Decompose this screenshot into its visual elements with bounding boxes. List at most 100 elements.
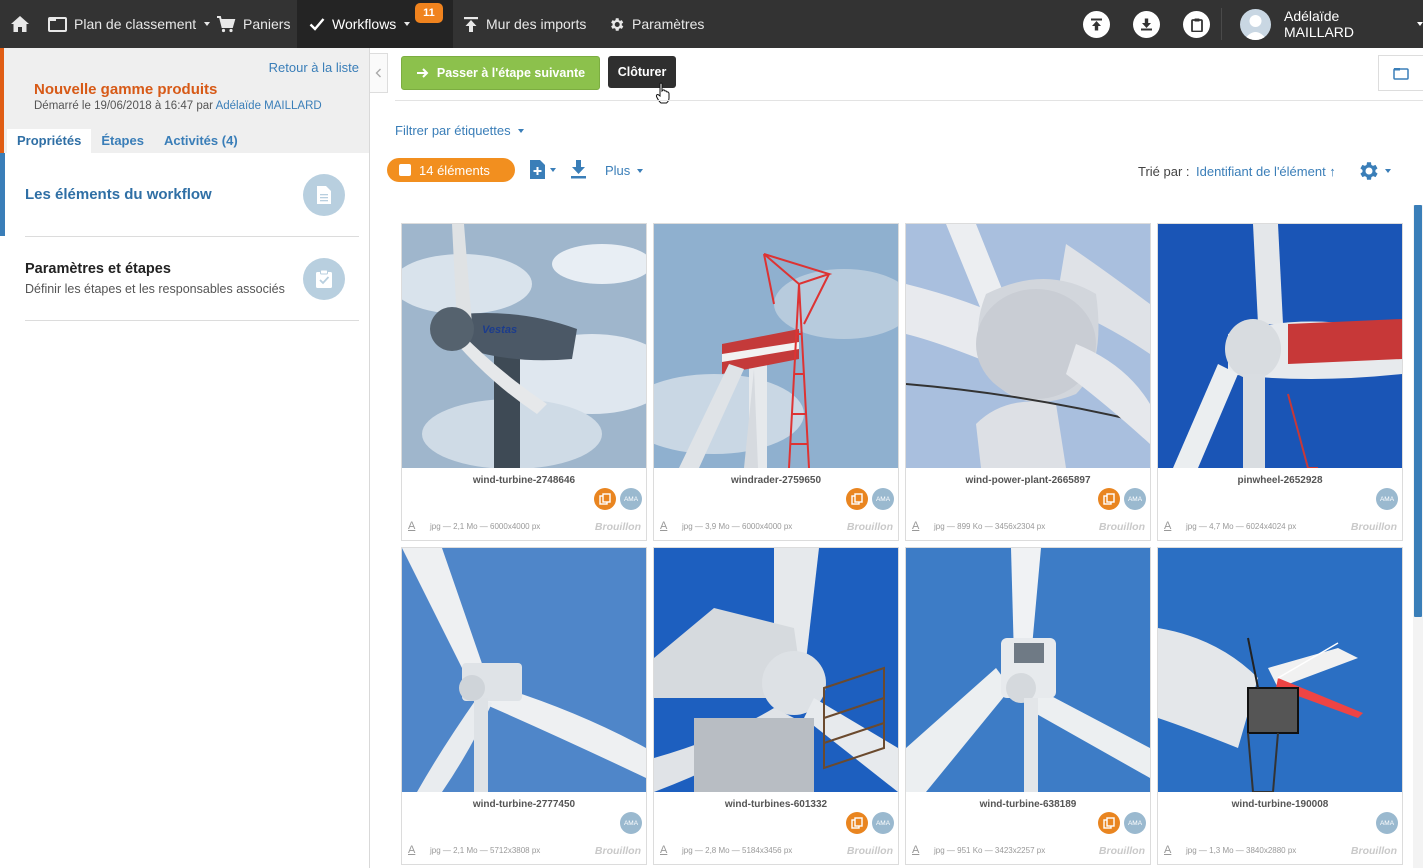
- nav-mur-des-imports[interactable]: Mur des imports: [463, 0, 586, 48]
- nav-paniers[interactable]: Paniers: [216, 0, 290, 48]
- element-name[interactable]: windrader-2759650: [654, 475, 898, 486]
- copy-icon[interactable]: [594, 488, 616, 510]
- next-step-button[interactable]: Passer à l'étape suivante: [401, 56, 600, 90]
- copy-icon[interactable]: [1098, 488, 1120, 510]
- assignee-avatar[interactable]: AMA: [872, 488, 894, 510]
- chevron-down-icon: [637, 168, 644, 173]
- element-file-info: jpg — 899 Ko — 3456x2304 px: [934, 522, 1046, 531]
- font-icon: A: [660, 844, 668, 856]
- element-file-info: jpg — 2,1 Mo — 5712x3808 px: [430, 846, 541, 855]
- assignee-avatar[interactable]: AMA: [620, 812, 642, 834]
- element-card[interactable]: wind-turbine-2777450 AMA A jpg — 2,1 Mo — …: [401, 547, 647, 865]
- svg-text:Vestas: Vestas: [482, 324, 517, 336]
- element-name[interactable]: wind-turbine-638189: [906, 799, 1150, 810]
- element-status: Brouillon: [1098, 845, 1145, 857]
- display-settings-button[interactable]: [1356, 159, 1391, 183]
- chevron-down-icon: [204, 22, 211, 26]
- tab-proprietes[interactable]: Propriétés: [7, 129, 92, 153]
- font-icon: A: [912, 844, 920, 856]
- element-thumbnail[interactable]: [654, 224, 898, 468]
- element-card[interactable]: windrader-2759650 AMA A jpg — 3,9 Mo — 600…: [653, 223, 899, 541]
- user-menu[interactable]: Adélaïde MAILLARD: [1284, 0, 1423, 48]
- nav-plan-de-classement[interactable]: Plan de classement: [48, 0, 211, 48]
- element-thumbnail[interactable]: [402, 548, 646, 792]
- tab-activites[interactable]: Activités (4): [154, 129, 248, 153]
- assignee-avatar[interactable]: AMA: [1124, 812, 1146, 834]
- select-all-checkbox[interactable]: [399, 164, 411, 176]
- element-card[interactable]: wind-turbine-190008 AMA A jpg — 1,3 Mo — 3…: [1157, 547, 1403, 865]
- element-card[interactable]: pinwheel-2652928 AMA A jpg — 4,7 Mo — 6024…: [1157, 223, 1403, 541]
- sort-prefix: Trié par :: [1138, 164, 1190, 179]
- assignee-avatar[interactable]: AMA: [1124, 488, 1146, 510]
- assignee-avatar[interactable]: AMA: [620, 488, 642, 510]
- nav-parametres[interactable]: Paramètres: [608, 0, 704, 48]
- section-workflow-elements-title[interactable]: Les éléments du workflow: [25, 186, 212, 203]
- select-all-elements[interactable]: 14 éléments: [387, 158, 515, 182]
- assignee-avatar[interactable]: AMA: [1376, 488, 1398, 510]
- filter-by-tags-dropdown[interactable]: Filtrer par étiquettes: [395, 123, 524, 138]
- user-avatar[interactable]: [1240, 9, 1271, 40]
- clipboard-icon: [1190, 18, 1203, 32]
- collapse-sidebar-button[interactable]: [370, 53, 388, 93]
- scrollbar-thumb[interactable]: [1414, 205, 1422, 617]
- sort-field-selector[interactable]: Identifiant de l'élément ↑: [1196, 164, 1336, 179]
- home-button[interactable]: [10, 0, 30, 48]
- element-footer: A jpg — 951 Ko — 3423x2257 px Brouillon: [906, 840, 1150, 864]
- clipboard-button[interactable]: [1183, 11, 1210, 38]
- assignee-avatar[interactable]: AMA: [872, 812, 894, 834]
- element-name[interactable]: wind-turbine-2748646: [402, 475, 646, 486]
- element-thumbnail[interactable]: [1158, 224, 1402, 468]
- element-card[interactable]: wind-turbine-638189 AMA A jpg — 951 Ko — 3…: [905, 547, 1151, 865]
- element-thumbnail[interactable]: Vestas: [402, 224, 646, 468]
- more-actions-dropdown[interactable]: Plus: [605, 163, 644, 178]
- add-document-icon: [529, 159, 546, 180]
- copy-icon[interactable]: [846, 488, 868, 510]
- element-status: Brouillon: [1350, 845, 1397, 857]
- element-name[interactable]: wind-turbine-190008: [1158, 799, 1402, 810]
- element-name[interactable]: wind-turbines-601332: [654, 799, 898, 810]
- element-thumbnail[interactable]: [1158, 548, 1402, 792]
- workflow-started-by-link[interactable]: Adélaïde MAILLARD: [216, 100, 322, 112]
- element-name[interactable]: pinwheel-2652928: [1158, 475, 1402, 486]
- workflow-started-info: Démarré le 19/06/2018 à 16:47 par Adélaï…: [34, 100, 322, 112]
- element-thumbnail[interactable]: [654, 548, 898, 792]
- chevron-down-icon: [517, 128, 524, 133]
- back-to-list-link[interactable]: Retour à la liste: [269, 60, 359, 75]
- tab-etapes[interactable]: Étapes: [91, 129, 154, 153]
- document-icon[interactable]: [303, 174, 345, 216]
- font-icon: A: [1164, 844, 1172, 856]
- element-status: Brouillon: [1350, 521, 1397, 533]
- chevron-down-icon: [404, 22, 411, 26]
- element-footer: A jpg — 1,3 Mo — 3840x2880 px Brouillon: [1158, 840, 1402, 864]
- folder-view-button[interactable]: [1378, 55, 1423, 91]
- chevron-down-icon: [550, 167, 556, 172]
- element-card[interactable]: Vestas wind-turbine-2748646 AMA A jpg — 2,1…: [401, 223, 647, 541]
- upload-button[interactable]: [1083, 11, 1110, 38]
- element-status: Brouillon: [846, 845, 893, 857]
- element-thumbnail[interactable]: [906, 548, 1150, 792]
- add-document-button[interactable]: [529, 159, 556, 180]
- check-icon: [309, 17, 325, 31]
- clipboard-check-icon[interactable]: [303, 258, 345, 300]
- copy-icon[interactable]: [846, 812, 868, 834]
- cart-icon: [216, 15, 236, 33]
- element-card[interactable]: wind-power-plant-2665897 AMA A jpg — 899 K…: [905, 223, 1151, 541]
- font-icon: A: [408, 520, 416, 532]
- download-button[interactable]: [1133, 11, 1160, 38]
- section-parameters-subtitle: Définir les étapes et les responsables a…: [25, 282, 285, 296]
- section-parameters-title[interactable]: Paramètres et étapes: [25, 261, 171, 277]
- download-elements-button[interactable]: [570, 159, 587, 179]
- user-name: Adélaïde MAILLARD: [1284, 8, 1355, 40]
- element-thumbnail[interactable]: [906, 224, 1150, 468]
- workflow-accent-bar: [0, 48, 4, 153]
- chevron-left-icon: [375, 68, 382, 78]
- element-card[interactable]: wind-turbines-601332 AMA A jpg — 2,8 Mo — …: [653, 547, 899, 865]
- next-step-label: Passer à l'étape suivante: [436, 66, 586, 80]
- home-icon: [10, 15, 30, 33]
- element-name[interactable]: wind-turbine-2777450: [402, 799, 646, 810]
- sidebar-tabs: Propriétés Étapes Activités (4): [7, 129, 248, 153]
- copy-icon[interactable]: [1098, 812, 1120, 834]
- element-name[interactable]: wind-power-plant-2665897: [906, 475, 1150, 486]
- assignee-avatar[interactable]: AMA: [1376, 812, 1398, 834]
- nav-parametres-label: Paramètres: [632, 16, 705, 32]
